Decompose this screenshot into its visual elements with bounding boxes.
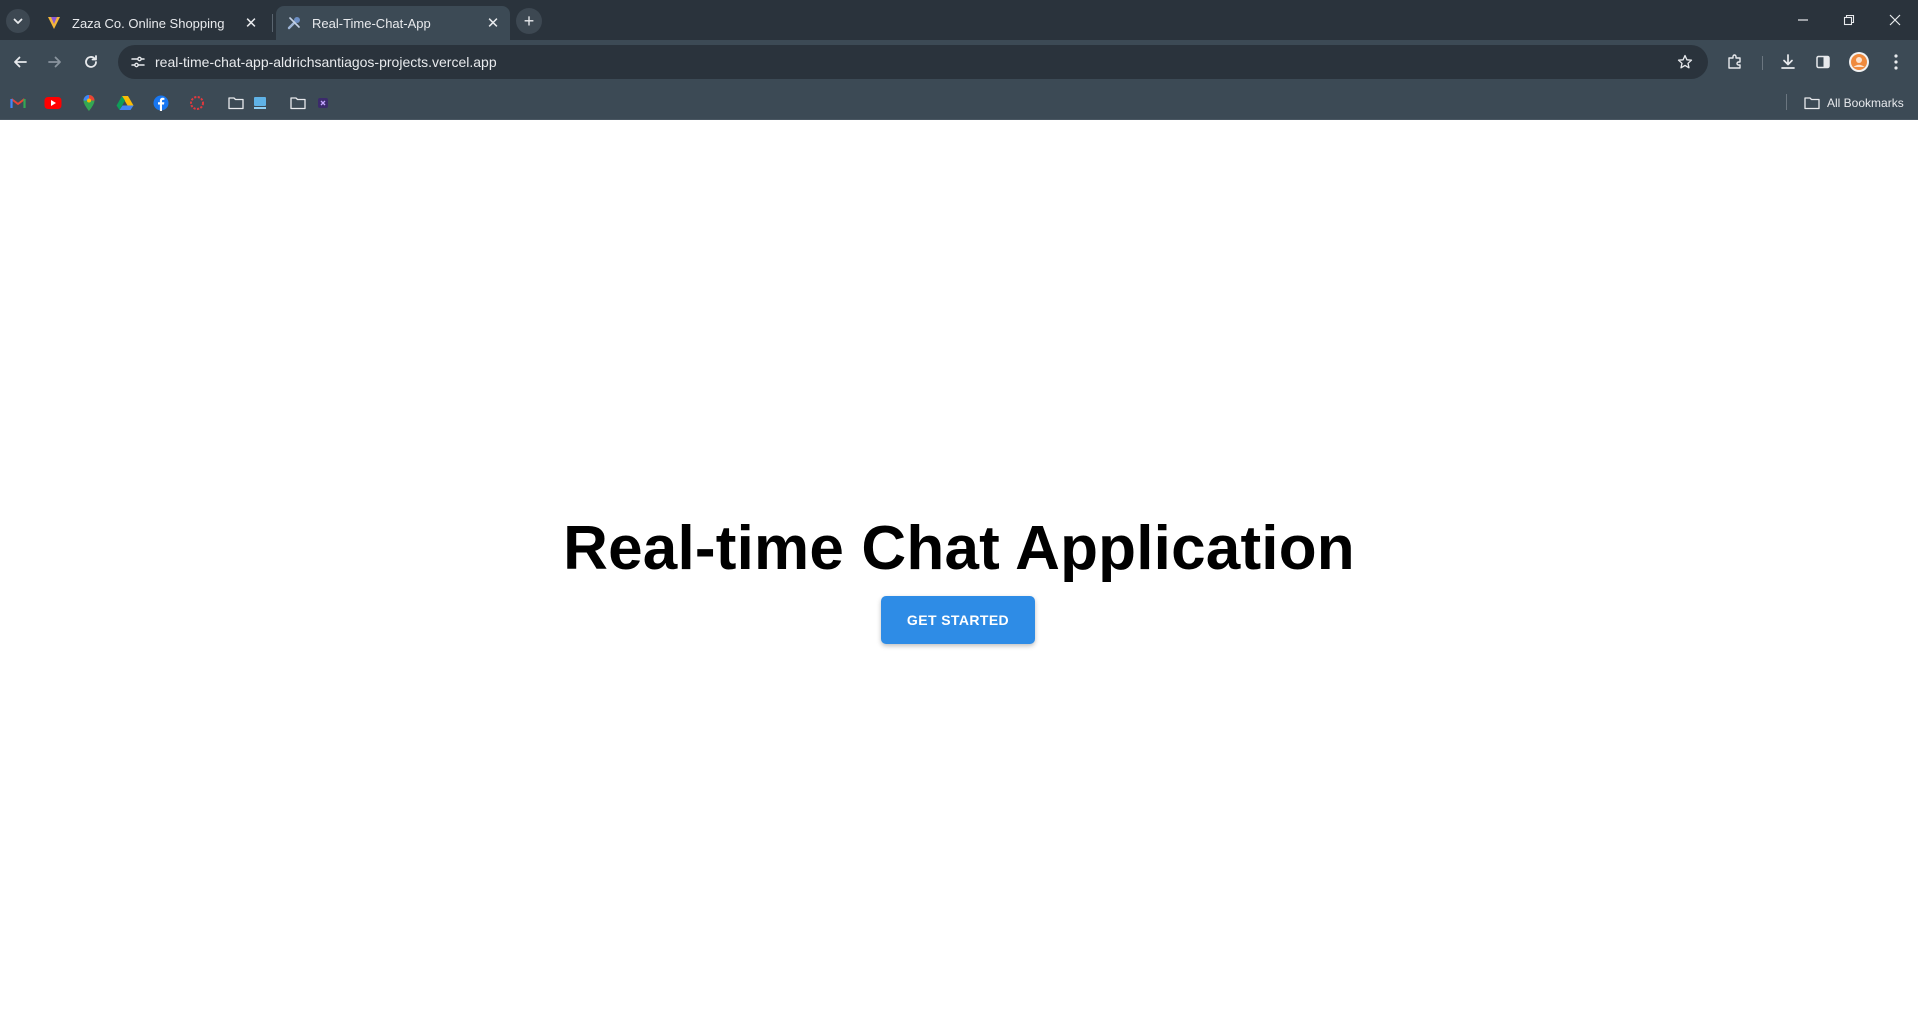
site-info-button[interactable] <box>126 50 150 74</box>
kebab-menu-icon <box>1894 54 1898 70</box>
bookmark-folder-2[interactable] <box>288 93 308 113</box>
maps-icon <box>83 95 95 111</box>
facebook-icon <box>153 95 169 111</box>
tune-icon <box>131 56 145 68</box>
downloads-button[interactable] <box>1775 49 1801 75</box>
download-icon <box>1781 54 1795 69</box>
extension-icon <box>318 98 328 108</box>
zaza-logo-icon <box>48 17 60 29</box>
plus-icon: + <box>523 10 535 31</box>
folder-icon <box>228 97 244 110</box>
close-window-button[interactable] <box>1872 0 1918 40</box>
tab-title: Real-Time-Chat-App <box>312 15 431 31</box>
reload-icon <box>85 55 97 68</box>
reload-button[interactable] <box>77 48 105 76</box>
avatar-icon <box>1849 52 1869 72</box>
profile-avatar[interactable] <box>1846 49 1872 75</box>
bookmark-extension[interactable] <box>313 93 333 113</box>
circle-icon <box>190 96 204 110</box>
bookmark-folder-1[interactable] <box>226 93 246 113</box>
bookmarks-divider <box>1786 94 1787 110</box>
menu-button[interactable] <box>1883 49 1909 75</box>
side-panel-button[interactable] <box>1810 49 1836 75</box>
youtube-icon <box>44 97 62 109</box>
tab-divider <box>272 14 273 32</box>
address-bar[interactable]: real-time-chat-app-aldrichsantiagos-proj… <box>118 45 1708 79</box>
page-content: Real-time Chat Application GET STARTED <box>0 121 1918 1031</box>
tab-strip: Zaza Co. Online Shopping ✕ Real-Time-Cha… <box>0 0 1918 40</box>
minimize-button[interactable] <box>1780 0 1826 40</box>
back-button[interactable] <box>6 48 34 76</box>
bookmark-star-button[interactable] <box>1674 51 1696 73</box>
bookmark-drive[interactable] <box>115 93 135 113</box>
drive-icon <box>116 96 134 110</box>
folder-icon <box>1804 97 1820 110</box>
restore-button[interactable] <box>1826 0 1872 40</box>
bookmark-maps[interactable] <box>79 93 99 113</box>
bookmark-youtube[interactable] <box>43 93 63 113</box>
bookmark-circle[interactable] <box>187 93 207 113</box>
page-title: Real-time Chat Application <box>563 514 1355 583</box>
restore-icon <box>1843 14 1855 26</box>
bookmark-gmail[interactable] <box>8 93 28 113</box>
app-icon <box>254 97 266 109</box>
arrow-right-icon <box>48 56 61 68</box>
browser-toolbar: real-time-chat-app-aldrichsantiagos-proj… <box>0 40 1918 85</box>
toolbar-divider <box>1762 56 1763 70</box>
bookmark-facebook[interactable] <box>151 93 171 113</box>
all-bookmarks-button[interactable]: All Bookmarks <box>1804 93 1904 113</box>
chevron-down-icon <box>13 18 23 24</box>
close-icon <box>1889 14 1901 26</box>
close-tab-icon[interactable]: ✕ <box>242 14 260 32</box>
extensions-button[interactable] <box>1722 49 1748 75</box>
all-bookmarks-label: All Bookmarks <box>1827 96 1904 110</box>
forward-button[interactable] <box>41 48 69 76</box>
tools-icon <box>287 17 300 30</box>
close-tab-icon[interactable]: ✕ <box>484 14 502 32</box>
star-icon <box>1677 54 1693 69</box>
folder-icon <box>290 97 306 110</box>
puzzle-icon <box>1728 54 1741 69</box>
tab-title: Zaza Co. Online Shopping <box>72 15 225 31</box>
minimize-icon <box>1798 19 1808 21</box>
new-tab-button[interactable]: + <box>516 8 542 34</box>
tab-search-button[interactable] <box>6 9 30 33</box>
side-panel-icon <box>1816 55 1830 69</box>
bookmarks-bar: All Bookmarks <box>0 85 1918 120</box>
gmail-icon <box>10 98 26 108</box>
tab-real-time-chat[interactable]: Real-Time-Chat-App ✕ <box>276 6 510 40</box>
bookmark-app[interactable] <box>250 93 270 113</box>
arrow-left-icon <box>14 56 27 68</box>
tab-zaza[interactable]: Zaza Co. Online Shopping ✕ <box>36 6 268 40</box>
get-started-button[interactable]: GET STARTED <box>881 596 1035 644</box>
url-text[interactable]: real-time-chat-app-aldrichsantiagos-proj… <box>155 54 497 70</box>
